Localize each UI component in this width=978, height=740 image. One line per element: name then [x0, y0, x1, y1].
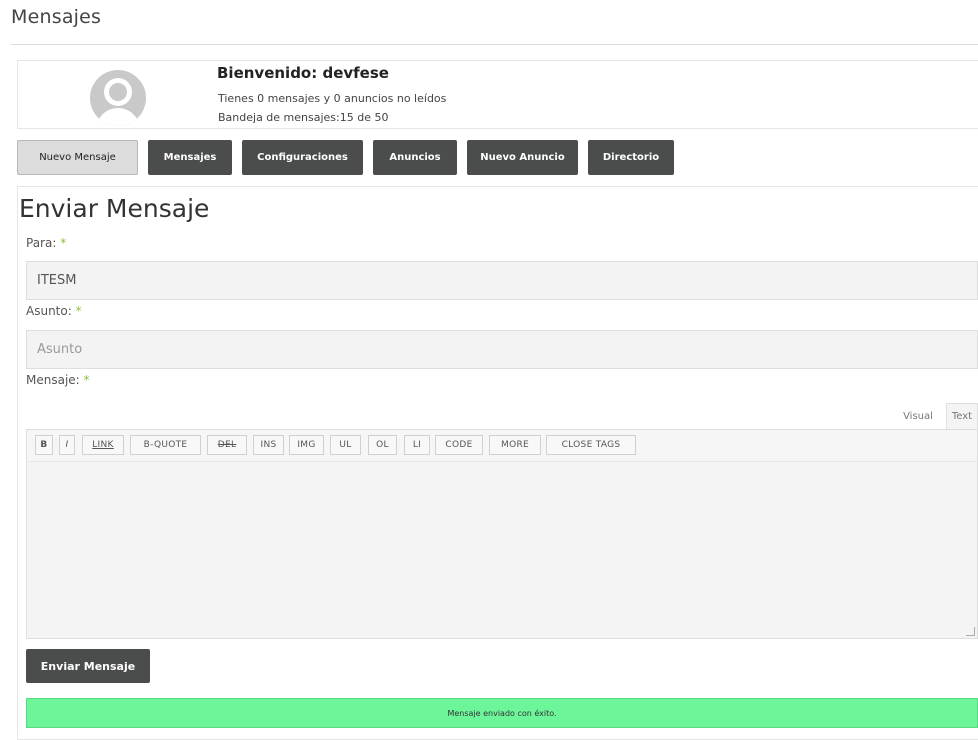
inbox-usage: Bandeja de mensajes:15 de 50	[218, 111, 389, 124]
message-textarea[interactable]	[27, 462, 977, 638]
required-mark: *	[83, 373, 90, 387]
qt-ul-button[interactable]: UL	[330, 435, 361, 455]
to-field[interactable]: ITESM	[26, 261, 978, 300]
success-notice: Mensaje enviado con éxito.	[26, 698, 978, 728]
qt-ol-button[interactable]: OL	[368, 435, 397, 455]
avatar	[90, 70, 146, 126]
required-mark: *	[60, 236, 67, 250]
required-mark: *	[75, 304, 82, 318]
qt-ins-button[interactable]: INS	[253, 435, 284, 455]
tab-anuncios[interactable]: Anuncios	[373, 140, 457, 175]
tab-mensajes[interactable]: Mensajes	[148, 140, 232, 175]
welcome-text: Bienvenido: devfese	[217, 64, 389, 82]
qt-link-button[interactable]: LINK	[82, 435, 124, 455]
resize-grip-icon[interactable]	[966, 627, 975, 636]
subject-label: Asunto: *	[26, 304, 82, 318]
page-title: Mensajes	[11, 6, 102, 28]
profile-panel	[17, 60, 978, 129]
tab-visual[interactable]: Visual	[894, 403, 942, 429]
qt-bquote-button[interactable]: B-QUOTE	[130, 435, 201, 455]
qt-bold-button[interactable]: B	[35, 435, 53, 455]
tab-text[interactable]: Text	[946, 403, 978, 429]
message-label: Mensaje: *	[26, 373, 90, 387]
qt-li-button[interactable]: LI	[404, 435, 430, 455]
qt-code-button[interactable]: CODE	[435, 435, 483, 455]
qt-italic-button[interactable]: I	[59, 435, 75, 455]
to-label: Para: *	[26, 236, 67, 250]
avatar-body	[96, 108, 140, 126]
avatar-head	[104, 78, 132, 106]
qt-close-tags-button[interactable]: CLOSE TAGS	[546, 435, 636, 455]
tab-nuevo-anuncio[interactable]: Nuevo Anuncio	[467, 140, 578, 175]
send-message-button[interactable]: Enviar Mensaje	[26, 649, 150, 683]
qt-img-button[interactable]: IMG	[289, 435, 324, 455]
form-title: Enviar Mensaje	[19, 194, 210, 223]
tab-configuraciones[interactable]: Configuraciones	[242, 140, 363, 175]
tab-directorio[interactable]: Directorio	[588, 140, 674, 175]
qt-more-button[interactable]: MORE	[489, 435, 541, 455]
message-editor: B I LINK B-QUOTE DEL INS IMG UL OL LI CO…	[26, 429, 978, 639]
qt-del-button[interactable]: DEL	[207, 435, 247, 455]
subject-field[interactable]: Asunto	[26, 330, 978, 369]
title-divider	[11, 44, 978, 45]
unread-summary: Tienes 0 mensajes y 0 anuncios no leídos	[218, 92, 447, 105]
editor-toolbar: B I LINK B-QUOTE DEL INS IMG UL OL LI CO…	[27, 430, 977, 462]
tab-nuevo-mensaje[interactable]: Nuevo Mensaje	[17, 140, 138, 175]
